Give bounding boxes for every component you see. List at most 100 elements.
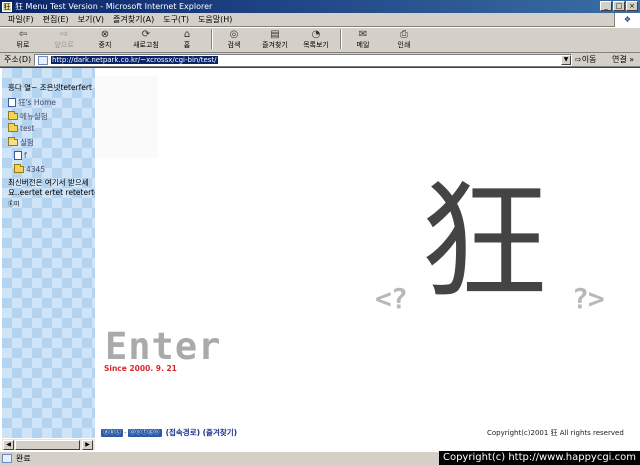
toolbar-separator	[340, 29, 342, 49]
back-button[interactable]: ⇦ 뒤로	[6, 29, 40, 52]
since-date: Since 2000. 9. 21	[104, 364, 177, 373]
badge-separator: -	[124, 428, 127, 437]
sidebar-latest-line: 최신버전은 여기서 받으세	[8, 178, 89, 187]
sidebar-item-label: 실험	[20, 138, 34, 147]
refresh-label: 새로고침	[133, 41, 159, 49]
kanji-logo: 狂	[420, 168, 549, 317]
stop-icon: ⊗	[100, 29, 110, 40]
scroll-left-icon[interactable]: ◀	[3, 440, 14, 450]
sidebar-item-experiment[interactable]: 실험	[8, 137, 34, 148]
sidebar-item-label: f	[24, 151, 27, 160]
home-icon: ⌂	[183, 29, 191, 40]
sidebar-mini-icon[interactable]: Ⓔ미	[8, 199, 20, 208]
sidebar-item-label: 狂's Home	[18, 98, 57, 107]
refresh-icon: ⟳	[141, 29, 151, 40]
go-arrow-icon: ⇨	[575, 55, 582, 64]
forward-label: 앞으로	[54, 41, 74, 49]
forward-arrow-icon: ⇨	[59, 29, 69, 40]
sidebar-latest-text: 최신버전은 여기서 받으세 요..eertet ertet reteterter…	[8, 178, 95, 198]
page-content: 흥다 열~ 조은넷teterfert 狂's Home 메뉴실험 test 실험…	[0, 67, 640, 451]
links-button[interactable]: 연결 »	[612, 54, 634, 65]
address-input[interactable]: http://dark.netpark.co.kr/~xcrossx/cgi-b…	[34, 54, 572, 66]
close-button[interactable]: ×	[626, 1, 638, 11]
window-controls: _ □ ×	[600, 1, 638, 11]
status-text: 완료	[16, 454, 31, 463]
address-label: 주소(D)	[4, 55, 32, 64]
window-title: 狂 Menu Test Version - Microsoft Internet…	[15, 2, 213, 11]
folder-icon	[14, 164, 24, 173]
back-label: 뒤로	[16, 41, 30, 49]
print-icon: ⎙	[400, 29, 408, 40]
counter-badge: ⓓⓔⓕⓖⓗ	[127, 428, 162, 437]
bracket-left-graphic: <?	[375, 282, 408, 315]
sidebar-horizontal-scrollbar[interactable]: ◀ ▶	[2, 438, 95, 450]
scroll-right-icon[interactable]: ▶	[82, 440, 93, 450]
forward-button[interactable]: ⇨ 앞으로	[47, 29, 81, 52]
refresh-button[interactable]: ⟳ 새로고침	[129, 29, 163, 52]
ie-page-icon: 狂	[2, 1, 12, 12]
favorites-folder-icon: ▤	[270, 29, 280, 40]
counter-badge: ⓐⓑⓒ	[101, 428, 124, 437]
title-bar: 狂 狂 Menu Test Version - Microsoft Intern…	[0, 0, 640, 13]
sidebar-header: 흥다 열~ 조은넷teterfert	[8, 83, 92, 92]
favorites-label: 즐겨찾기	[262, 41, 288, 49]
history-icon: ◔	[311, 29, 321, 40]
sidebar-item-test[interactable]: test	[8, 123, 35, 133]
windows-logo-icon: ❖	[614, 13, 640, 27]
address-bar: 주소(D) http://dark.netpark.co.kr/~xcrossx…	[0, 53, 640, 67]
go-button[interactable]: ⇨이동	[575, 54, 596, 65]
folder-open-icon	[8, 137, 18, 146]
bracket-right-graphic: ?>	[572, 282, 605, 315]
history-label: 목록보기	[303, 41, 329, 49]
page-done-icon	[2, 454, 12, 463]
home-label: 홈	[183, 41, 191, 49]
minimize-button[interactable]: _	[600, 1, 612, 11]
footer-links: ⓐⓑⓒ - ⓓⓔⓕⓖⓗ (접속경로) (즐겨찾기)	[101, 427, 237, 438]
page-icon	[14, 151, 22, 160]
sidebar-item-menu-test[interactable]: 메뉴실험	[8, 111, 48, 122]
menu-file[interactable]: 파일(F)	[8, 14, 34, 25]
print-label: 인쇄	[397, 41, 411, 49]
address-url[interactable]: http://dark.netpark.co.kr/~xcrossx/cgi-b…	[51, 56, 218, 64]
sidebar-latest-line: 요..eertet ertet reteterterte	[8, 188, 95, 197]
page-icon	[8, 98, 16, 107]
page-icon	[38, 55, 48, 65]
search-icon: ◎	[229, 29, 239, 40]
scroll-thumb[interactable]	[15, 440, 80, 450]
print-button[interactable]: ⎙ 인쇄	[387, 29, 421, 52]
stop-button[interactable]: ⊗ 중지	[88, 29, 122, 52]
search-button[interactable]: ◎ 검색	[217, 29, 251, 52]
address-dropdown-icon[interactable]: ▼	[561, 55, 571, 65]
home-button[interactable]: ⌂ 홈	[170, 29, 204, 52]
menu-edit[interactable]: 편집(E)	[43, 14, 69, 25]
search-label: 검색	[227, 41, 241, 49]
toolbar-separator	[211, 29, 213, 49]
menu-tools[interactable]: 도구(T)	[163, 14, 189, 25]
sidebar-item-label: 메뉴실험	[20, 112, 48, 121]
access-favorites-link[interactable]: (접속경로) (즐겨찾기)	[166, 427, 238, 438]
history-button[interactable]: ◔ 목록보기	[299, 29, 333, 52]
back-arrow-icon: ⇦	[18, 29, 28, 40]
folder-icon	[8, 111, 18, 120]
menu-bar: 파일(F) 편집(E) 보기(V) 즐겨찾기(A) 도구(T) 도움말(H)	[0, 13, 640, 27]
sidebar-item-4345[interactable]: 4345	[14, 164, 46, 174]
sidebar-item-home[interactable]: 狂's Home	[8, 97, 56, 108]
go-label: 이동	[581, 55, 597, 64]
enter-link[interactable]: Enter	[105, 325, 221, 368]
mail-label: 메일	[356, 41, 370, 49]
sidebar-frame: 흥다 열~ 조은넷teterfert 狂's Home 메뉴실험 test 실험…	[2, 68, 95, 438]
folder-icon	[8, 123, 18, 132]
menu-favorites[interactable]: 즐겨찾기(A)	[113, 14, 154, 25]
maximize-button[interactable]: □	[613, 1, 625, 11]
sidebar-item-label: 4345	[26, 165, 46, 174]
toolbar: ⇦ 뒤로 ⇨ 앞으로 ⊗ 중지 ⟳ 새로고침 ⌂ 홈 ◎ 검색 ▤ 즐겨찾기 ◔…	[0, 27, 640, 53]
menu-view[interactable]: 보기(V)	[78, 14, 104, 25]
stop-label: 중지	[98, 41, 112, 49]
sidebar-item-f[interactable]: f	[14, 151, 27, 160]
mail-button[interactable]: ✉ 메일	[346, 29, 380, 52]
copyright-text: Copyright(c)2001 狂 All rights reserved	[487, 429, 624, 437]
sidebar-item-label: test	[20, 124, 35, 133]
favorites-button[interactable]: ▤ 즐겨찾기	[258, 29, 292, 52]
faded-panel	[96, 76, 158, 158]
menu-help[interactable]: 도움말(H)	[198, 14, 232, 25]
